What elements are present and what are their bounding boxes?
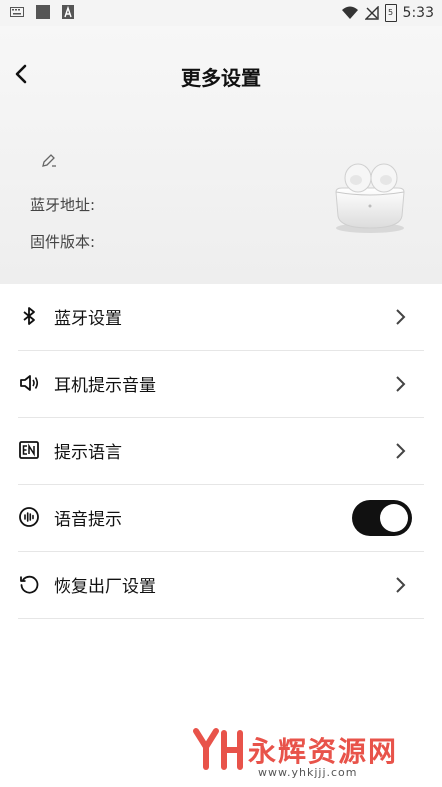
chevron-right-icon (396, 443, 406, 459)
settings-list: 蓝牙设置 耳机提示音量 提示语言 语音提示 恢复出厂设置 (18, 284, 424, 619)
voice-prompt-toggle[interactable] (352, 500, 412, 536)
language-settings-row[interactable]: 提示语言 (18, 418, 424, 485)
voice-prompt-row: 语音提示 (18, 485, 424, 552)
voice-prompt-label: 语音提示 (54, 510, 122, 530)
chevron-right-icon (396, 376, 406, 392)
volume-settings-label: 耳机提示音量 (54, 376, 156, 396)
chevron-right-icon (396, 577, 406, 593)
watermark-url: www.yhkjjj.com (258, 766, 358, 779)
status-bar: 5 5:33 (0, 0, 442, 26)
device-header: 更多设置 蓝牙地址: 固件版本: (0, 26, 442, 284)
watermark-text: 永辉资源网 (248, 735, 399, 768)
chevron-right-icon (396, 309, 406, 325)
toggle-knob (380, 504, 408, 532)
factory-reset-row[interactable]: 恢复出厂设置 (18, 552, 424, 619)
voice-waveform-icon (19, 507, 39, 527)
en-language-icon (19, 441, 39, 459)
clock: 5:33 (402, 5, 434, 21)
volume-settings-row[interactable]: 耳机提示音量 (18, 351, 424, 418)
watermark-logo (193, 728, 243, 770)
bt-address-label: 蓝牙地址: (30, 196, 96, 214)
keyboard-icon (10, 7, 24, 17)
page-title: 更多设置 (181, 66, 261, 90)
bluetooth-settings-row[interactable]: 蓝牙设置 (18, 284, 424, 351)
language-settings-label: 提示语言 (54, 443, 122, 463)
earbuds-image (335, 163, 405, 233)
signal-off-icon (364, 6, 379, 20)
fw-version-label: 固件版本: (30, 233, 96, 251)
wifi-icon (341, 6, 358, 19)
speaker-icon (20, 375, 39, 391)
battery-level: 5 (388, 8, 394, 17)
reset-icon (20, 575, 39, 594)
bluetooth-icon (23, 307, 35, 325)
battery-icon: 5 (384, 4, 397, 22)
factory-reset-label: 恢复出厂设置 (54, 577, 156, 597)
bluetooth-settings-label: 蓝牙设置 (54, 309, 122, 329)
a-notification-icon (62, 5, 74, 19)
app-notification-icon (36, 5, 50, 19)
edit-icon[interactable] (40, 152, 58, 170)
